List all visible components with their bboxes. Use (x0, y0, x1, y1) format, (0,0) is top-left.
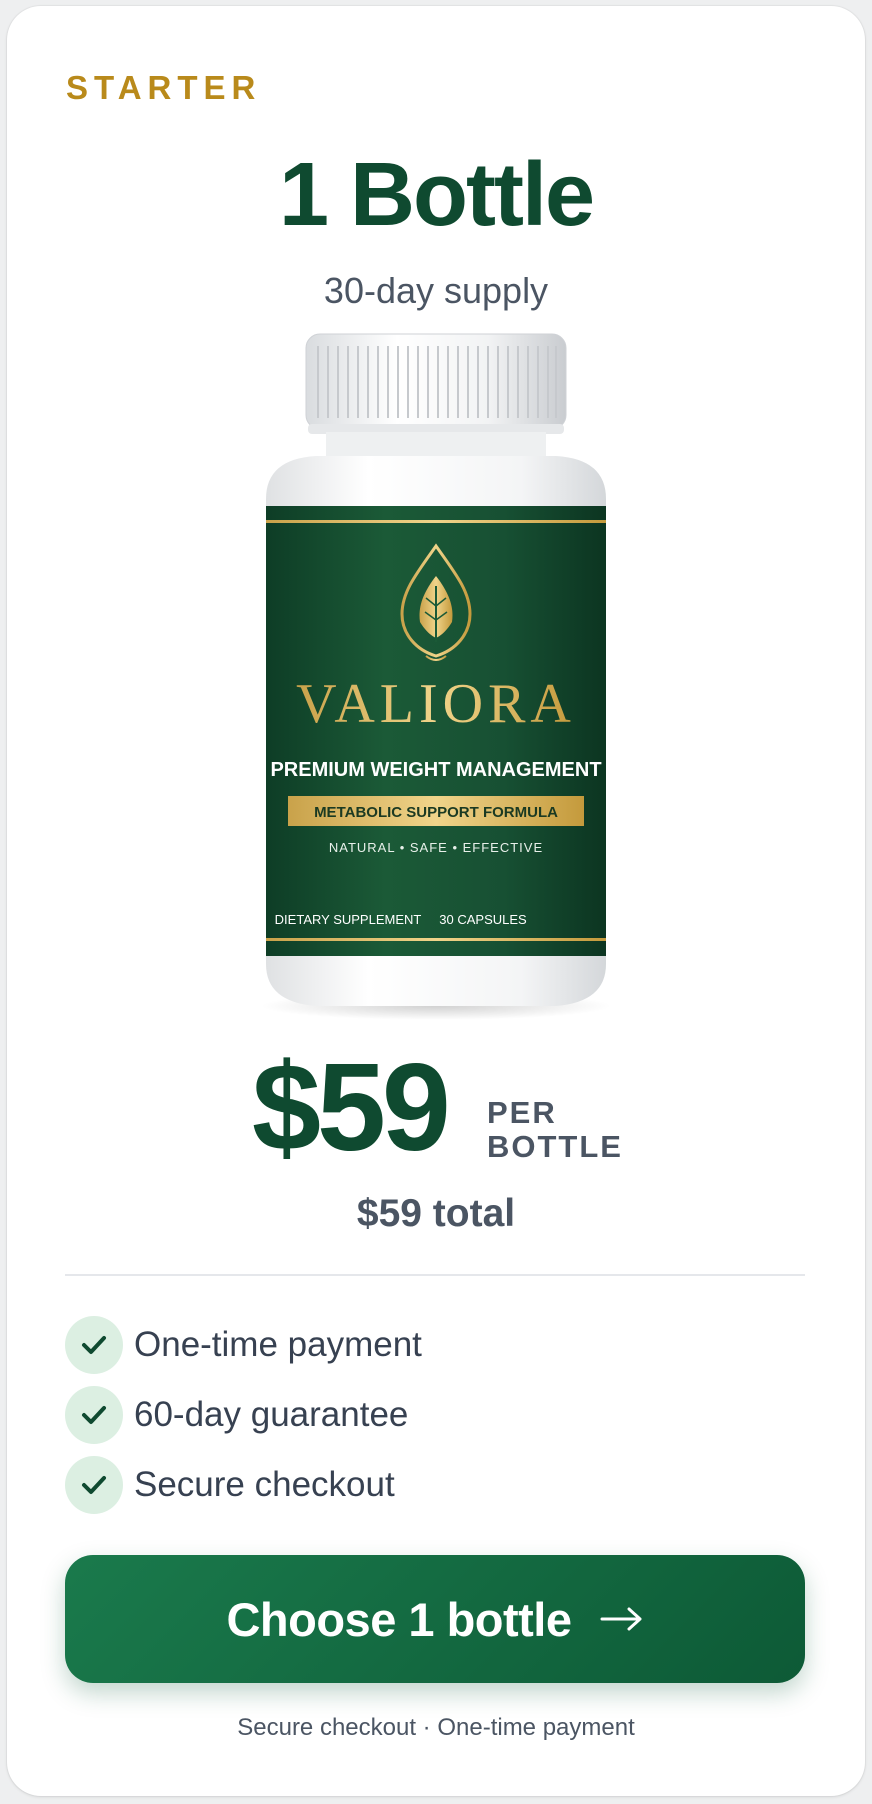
pricing-card: STARTER 1 Bottle 30-day supply VALIORA P… (7, 6, 865, 1796)
bottle-claims: NATURAL • SAFE • EFFECTIVE (329, 840, 543, 855)
product-bottle: VALIORA PREMIUM WEIGHT MANAGEMENT METABO… (261, 333, 611, 1020)
check-icon (65, 1386, 123, 1444)
feature-label: 60-day guarantee (134, 1395, 409, 1434)
tier-label: STARTER (66, 69, 262, 106)
price-unit: PER BOTTLE (487, 1096, 623, 1164)
offer-title: 1 Bottle (278, 145, 595, 245)
feature-item: Secure checkout (65, 1450, 805, 1520)
feature-list: One-time payment 60-day guarantee Secure… (65, 1310, 805, 1520)
check-icon (65, 1316, 123, 1374)
product-image: VALIORA PREMIUM WEIGHT MANAGEMENT METABO… (236, 324, 636, 1024)
checkout-footnote: Secure checkout · One-time payment (237, 1714, 635, 1741)
bottle-formula: METABOLIC SUPPORT FORMULA (314, 804, 558, 821)
arrow-right-icon (600, 1606, 644, 1632)
divider (65, 1274, 805, 1276)
price-total: $59 total (356, 1192, 516, 1235)
feature-label: One-time payment (134, 1325, 422, 1364)
price-unit-line2: BOTTLE (487, 1129, 623, 1164)
feature-item: One-time payment (65, 1310, 805, 1380)
bottle-product-name: PREMIUM WEIGHT MANAGEMENT (270, 759, 601, 781)
feature-item: 60-day guarantee (65, 1380, 805, 1450)
bottle-count: 30 CAPSULES (439, 912, 527, 927)
choose-bottle-label: Choose 1 bottle (226, 1592, 572, 1646)
choose-bottle-button[interactable]: Choose 1 bottle (65, 1555, 805, 1683)
feature-label: Secure checkout (134, 1465, 395, 1504)
price-row: $59 PER BOTTLE (7, 1046, 865, 1176)
price-unit-line1: PER (487, 1095, 557, 1130)
bottle-type: DIETARY SUPPLEMENT (275, 912, 422, 927)
offer-subtitle: 30-day supply (323, 270, 549, 311)
bottle-brand: VALIORA (296, 673, 576, 735)
check-icon (65, 1456, 123, 1514)
price: $59 (252, 1039, 451, 1177)
